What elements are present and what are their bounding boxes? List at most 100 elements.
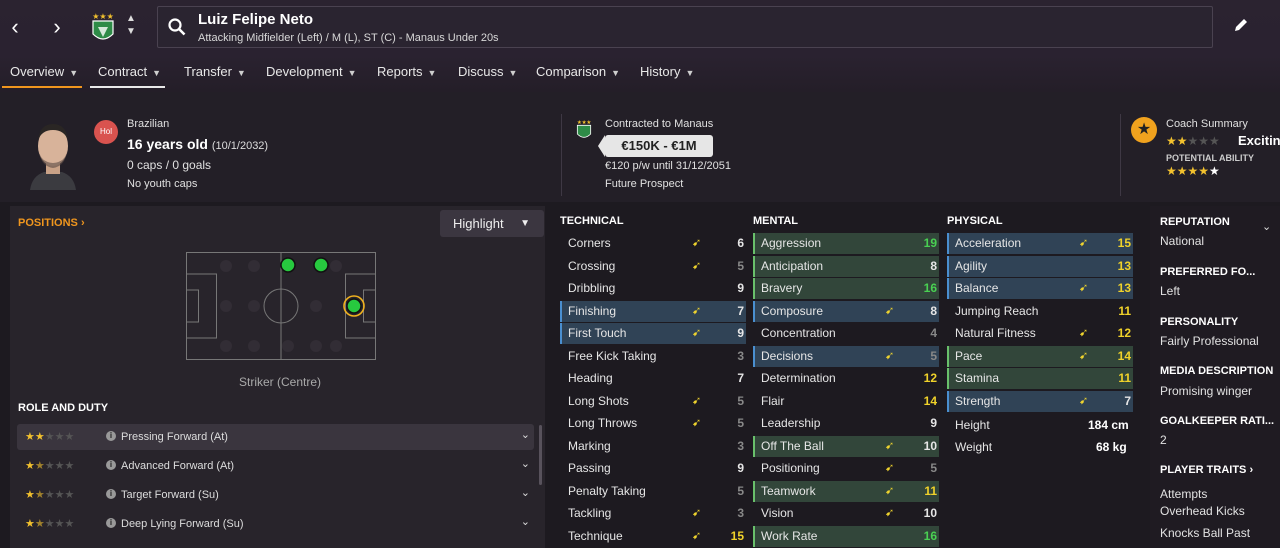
- attribute-row[interactable]: Concentration 4: [753, 323, 939, 344]
- attribute-row[interactable]: Pace ➹ 14: [947, 345, 1133, 367]
- attribute-row[interactable]: Off The Ball ➹ 10: [753, 435, 939, 457]
- info-icon[interactable]: i: [106, 518, 116, 528]
- positions-title[interactable]: POSITIONS ›: [18, 217, 85, 229]
- role-row[interactable]: ★★★★★ i Pressing Forward (At) ⌄: [17, 424, 534, 450]
- attribute-row[interactable]: Marking 3: [560, 436, 746, 457]
- attribute-row[interactable]: Heading 7: [560, 368, 746, 389]
- tab-contract[interactable]: Contract ▼: [89, 56, 166, 90]
- attribute-row[interactable]: Strength ➹ 7: [947, 390, 1133, 412]
- status-badge[interactable]: Hol: [94, 120, 118, 144]
- attribute-row[interactable]: Work Rate 16: [753, 525, 939, 547]
- attribute-row[interactable]: Determination 12: [753, 368, 939, 389]
- role-row[interactable]: ★★★★★ i Target Forward (Su) ⌄: [17, 482, 534, 508]
- training-arrow-icon: ➹: [885, 304, 895, 317]
- attribute-name: Balance: [955, 281, 999, 295]
- tab-reports[interactable]: Reports ▼: [377, 56, 436, 90]
- attribute-name: Penalty Taking: [568, 483, 646, 498]
- attribute-row[interactable]: First Touch ➹ 9: [560, 323, 746, 344]
- coach-summary-label: Coach Summary: [1166, 118, 1248, 130]
- attribute-name: Tackling: [568, 506, 612, 520]
- attribute-row[interactable]: Corners ➹ 6: [560, 233, 746, 254]
- attribute-name: Long Shots: [568, 393, 629, 408]
- attribute-row[interactable]: Acceleration ➹ 15: [947, 233, 1133, 254]
- position-caption: Striker (Centre): [238, 375, 321, 389]
- attribute-row[interactable]: Flair 14: [753, 391, 939, 412]
- chevron-down-icon[interactable]: ⌄: [521, 515, 530, 528]
- player-switch-arrows[interactable]: ▲ ▼: [124, 12, 138, 42]
- club-badge-icon[interactable]: ★★★: [90, 10, 116, 46]
- chevron-down-icon: ▼: [152, 68, 162, 78]
- attribute-row[interactable]: Dribbling 9: [560, 278, 746, 299]
- tab-discuss[interactable]: Discuss ▼: [458, 56, 517, 90]
- player-traits-label[interactable]: PLAYER TRAITS ›: [1160, 464, 1253, 476]
- attribute-row[interactable]: Technique ➹ 15: [560, 526, 746, 547]
- player-name: Luiz Felipe Neto: [198, 11, 314, 28]
- attribute-name: Work Rate: [761, 528, 818, 543]
- tab-transfer[interactable]: Transfer ▼: [184, 56, 246, 90]
- attribute-row[interactable]: Crossing ➹ 5: [560, 256, 746, 277]
- attribute-name: Determination: [761, 371, 836, 385]
- attribute-row[interactable]: Positioning ➹ 5: [753, 458, 939, 479]
- player-header: Hol Brazilian 16 years old (10/1/2032) 0…: [0, 92, 1280, 202]
- tab-label: Comparison: [536, 64, 607, 79]
- training-arrow-icon: ➹: [1079, 282, 1089, 294]
- forward-button[interactable]: ›: [46, 14, 68, 40]
- attribute-row[interactable]: Composure ➹ 8: [753, 300, 939, 322]
- chevron-down-icon[interactable]: ⌄: [1262, 220, 1271, 233]
- divider: [561, 114, 562, 196]
- attribute-row[interactable]: Decisions ➹ 5: [753, 345, 939, 367]
- attribute-row[interactable]: Leadership 9: [753, 413, 939, 434]
- tab-overview[interactable]: Overview ▼: [1, 56, 83, 90]
- attribute-row[interactable]: Free Kick Taking 3: [560, 346, 746, 367]
- chevron-down-icon[interactable]: ⌄: [521, 457, 530, 470]
- attribute-row[interactable]: Aggression 19: [753, 233, 939, 254]
- attribute-row[interactable]: Long Throws ➹ 5: [560, 413, 746, 434]
- attribute-row[interactable]: Jumping Reach 11: [947, 301, 1133, 322]
- player-search-box[interactable]: Luiz Felipe Neto Attacking Midfielder (L…: [157, 6, 1213, 48]
- attribute-row[interactable]: Vision ➹ 10: [753, 503, 939, 524]
- tab-comparison[interactable]: Comparison ▼: [536, 56, 620, 90]
- attribute-row[interactable]: Agility 13: [947, 255, 1133, 277]
- role-row[interactable]: ★★★★★ i Advanced Forward (At) ⌄: [17, 453, 534, 479]
- attribute-value: 5: [930, 348, 937, 363]
- edit-pencil-icon[interactable]: [1232, 16, 1250, 34]
- goalkeeper-rating-label: GOALKEEPER RATI...: [1160, 415, 1275, 427]
- attribute-row[interactable]: Bravery 16: [753, 278, 939, 299]
- attribute-value: 8: [930, 303, 937, 318]
- attribute-name: First Touch: [568, 326, 627, 340]
- attribute-row[interactable]: Passing 9: [560, 458, 746, 479]
- club-badge-icon: ★★★: [577, 120, 591, 138]
- attribute-row[interactable]: Balance ➹ 13: [947, 278, 1133, 299]
- info-icon[interactable]: i: [106, 489, 116, 499]
- tab-label: Discuss: [458, 64, 504, 79]
- tab-history[interactable]: History ▼: [640, 56, 694, 90]
- chevron-down-icon[interactable]: ⌄: [521, 486, 530, 499]
- training-arrow-icon: ➹: [692, 529, 702, 542]
- role-row[interactable]: ★★★★★ i Deep Lying Forward (Su) ⌄: [17, 511, 534, 537]
- attribute-value: 7: [737, 303, 744, 318]
- attribute-name: Finishing: [568, 303, 617, 318]
- role-label: Advanced Forward (At): [121, 460, 235, 472]
- attribute-row[interactable]: Stamina 11: [947, 368, 1133, 389]
- search-icon[interactable]: [168, 18, 186, 36]
- attribute-row[interactable]: Long Shots ➹ 5: [560, 391, 746, 412]
- tab-development[interactable]: Development ▼: [266, 56, 357, 90]
- attribute-name: Corners: [568, 236, 611, 250]
- attribute-row[interactable]: Anticipation 8: [753, 255, 939, 277]
- highlight-dropdown[interactable]: Highlight ▼: [440, 210, 544, 237]
- info-icon[interactable]: i: [106, 431, 116, 441]
- attribute-row[interactable]: Natural Fitness ➹ 12: [947, 323, 1133, 344]
- value-badge[interactable]: €150K - €1M: [598, 135, 713, 157]
- attribute-row[interactable]: Finishing ➹ 7: [560, 300, 746, 322]
- roles-scrollbar[interactable]: [539, 425, 542, 485]
- chevron-down-icon[interactable]: ⌄: [521, 428, 530, 441]
- attribute-row[interactable]: Teamwork ➹ 11: [753, 480, 939, 502]
- attribute-row[interactable]: Tackling ➹ 3: [560, 503, 746, 524]
- chevron-down-icon: ▼: [69, 68, 79, 78]
- preferred-foot-value: Left: [1160, 284, 1181, 298]
- back-button[interactable]: ‹: [4, 14, 26, 40]
- attribute-value: 16: [923, 528, 937, 543]
- info-icon[interactable]: i: [106, 460, 116, 470]
- attribute-row[interactable]: Penalty Taking 5: [560, 481, 746, 502]
- age: 16 years old: [127, 136, 208, 152]
